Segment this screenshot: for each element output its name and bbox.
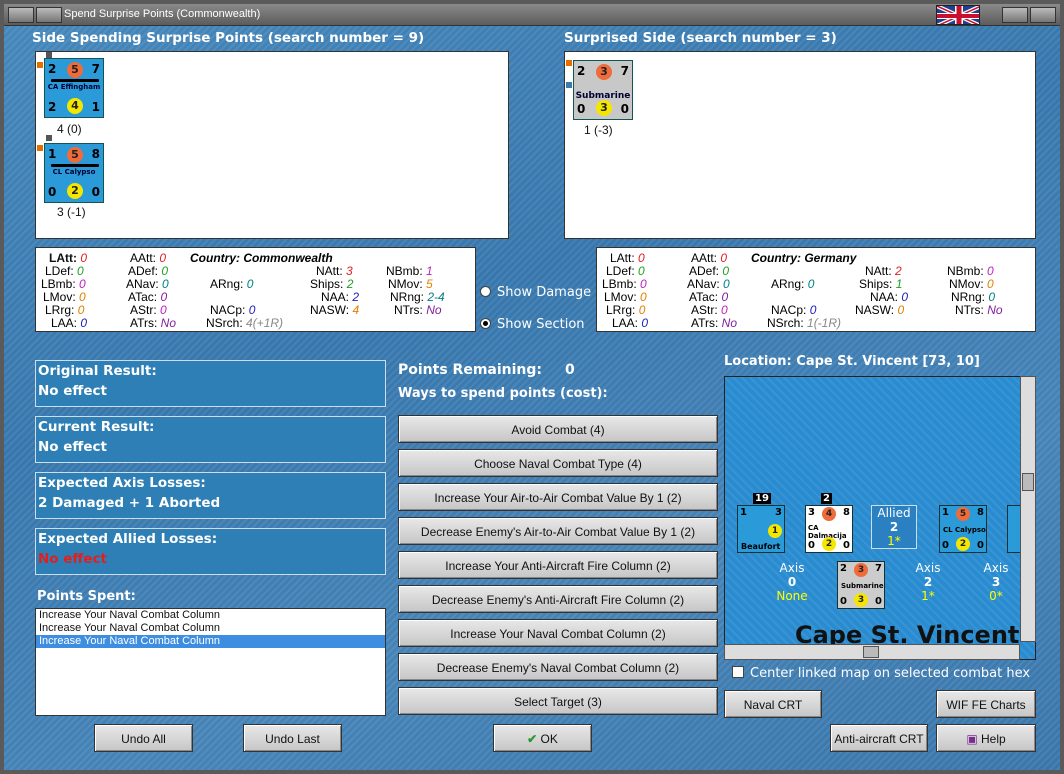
increase-anti-aircraft-button[interactable]: Increase Your Anti-Aircraft Fire Column …	[398, 551, 718, 579]
show-section-radio[interactable]: Show Section	[480, 317, 585, 332]
select-target-button[interactable]: Select Target (3)	[398, 687, 718, 715]
decrease-enemy-naval-combat-button[interactable]: Decrease Enemy's Naval Combat Column (2)	[398, 653, 718, 681]
hex-map[interactable]: 13 1 Beaufort 19 348 CA Dalmacija 020 2 …	[724, 376, 1036, 660]
restore-button[interactable]	[36, 7, 62, 23]
axis-box-2: Axis 2 1*	[915, 561, 941, 603]
map-unit-submarine[interactable]: 237 Submarine 030	[837, 561, 885, 609]
unit-marker-icon	[566, 60, 572, 66]
left-stats-panel: LAtt: 0 LDef: 0 LBmb: 0 LMov: 0 LRrg: 0 …	[35, 247, 476, 332]
undo-last-button[interactable]: Undo Last	[243, 724, 342, 752]
stack-count: 2	[821, 493, 832, 504]
list-item[interactable]: Increase Your Naval Combat Column	[36, 609, 385, 622]
map-unit-dalmacija[interactable]: 348 CA Dalmacija 020	[805, 505, 853, 553]
decrease-enemy-anti-aircraft-button[interactable]: Decrease Enemy's Anti-Aircraft Fire Colu…	[398, 585, 718, 613]
expected-axis-losses-panel: Expected Axis Losses: 2 Damaged + 1 Abort…	[35, 472, 386, 519]
unit-marker-icon	[37, 62, 43, 68]
maximize-button[interactable]	[1002, 7, 1028, 23]
help-button[interactable]: ▣ Help	[936, 724, 1036, 752]
unit-counter-calypso[interactable]: 1 5 8 CL Calypso 0 2 0	[44, 143, 104, 203]
expected-allied-losses-panel: Expected Allied Losses: No effect	[35, 528, 386, 575]
map-unit-beaufort[interactable]: 13 1 Beaufort	[737, 505, 785, 553]
show-damage-radio[interactable]: Show Damage	[480, 285, 591, 300]
increase-naval-combat-button[interactable]: Increase Your Naval Combat Column (2)	[398, 619, 718, 647]
ship-silhouette-icon	[51, 79, 99, 82]
unit-marker-icon	[37, 145, 43, 151]
axis-box-1: Axis 0 None	[776, 561, 808, 603]
left-header: Side Spending Surprise Points (search nu…	[32, 30, 425, 46]
center-map-checkbox[interactable]: Center linked map on selected combat hex	[732, 666, 1030, 681]
axis-box-3: Axis 3 0*	[983, 561, 1009, 603]
help-book-icon: ▣	[966, 732, 978, 746]
ways-to-spend-label: Ways to spend points (cost):	[398, 386, 608, 401]
points-spent-list[interactable]: Increase Your Naval Combat Column Increa…	[35, 608, 386, 716]
increase-air-to-air-button[interactable]: Increase Your Air-to-Air Combat Value By…	[398, 483, 718, 511]
naval-crt-button[interactable]: Naval CRT	[724, 690, 822, 718]
dialog-window: Spend Surprise Points (Commonwealth) Sid…	[0, 0, 1064, 774]
stack-count: 19	[753, 493, 771, 504]
ship-silhouette-icon	[51, 164, 99, 167]
window-title: Spend Surprise Points (Commonwealth)	[64, 8, 261, 20]
right-stats-panel: LAtt: 0 LDef: 0 LBmb: 0 LMov: 0 LRrg: 0 …	[596, 247, 1036, 332]
map-location-label: Location: Cape St. Vincent [73, 10]	[724, 354, 980, 369]
right-units-box: 2 3 7 Submarine 0 3 0 1 (-3)	[564, 51, 1036, 239]
unit-marker-icon	[46, 135, 52, 141]
unit-label: 4 (0)	[57, 122, 82, 136]
allied-box: Allied 2 1*	[871, 505, 917, 549]
original-result-panel: Original Result: No effect	[35, 360, 386, 407]
minimize-button[interactable]	[8, 7, 34, 23]
title-bar: Spend Surprise Points (Commonwealth)	[4, 4, 1060, 26]
anti-aircraft-crt-button[interactable]: Anti-aircraft CRT	[830, 724, 928, 752]
right-header: Surprised Side (search number = 3)	[564, 30, 837, 46]
undo-all-button[interactable]: Undo All	[94, 724, 193, 752]
unit-marker-icon	[566, 82, 572, 88]
map-horizontal-scrollbar[interactable]	[724, 644, 1020, 660]
map-vertical-scrollbar[interactable]	[1020, 376, 1036, 642]
map-unit-calypso[interactable]: 158 CL Calypso 020	[939, 505, 987, 553]
unit-label: 1 (-3)	[584, 123, 613, 137]
unit-counter-submarine[interactable]: 2 3 7 Submarine 0 3 0	[573, 60, 633, 120]
points-remaining-value: 0	[565, 362, 575, 378]
points-spent-title: Points Spent:	[37, 589, 136, 604]
unit-label: 3 (-1)	[57, 205, 86, 219]
choose-naval-combat-type-button[interactable]: Choose Naval Combat Type (4)	[398, 449, 718, 477]
avoid-combat-button[interactable]: Avoid Combat (4)	[398, 415, 718, 443]
list-item[interactable]: Increase Your Naval Combat Column	[36, 622, 385, 635]
union-jack-flag-icon	[936, 5, 980, 25]
points-remaining-label: Points Remaining:	[398, 362, 543, 378]
left-units-box: 2 5 7 CA Effingham 2 4 1 4 (0) 1 5 8 CL …	[35, 51, 509, 239]
current-result-panel: Current Result: No effect	[35, 416, 386, 463]
decrease-enemy-air-to-air-button[interactable]: Decrease Enemy's Air-to-Air Combat Value…	[398, 517, 718, 545]
wif-fe-charts-button[interactable]: WIF FE Charts	[936, 690, 1036, 718]
checkmark-icon: ✔	[527, 732, 538, 746]
close-button[interactable]	[1030, 7, 1056, 23]
list-item[interactable]: Increase Your Naval Combat Column	[36, 635, 385, 648]
ok-button[interactable]: ✔ OK	[493, 724, 592, 752]
unit-counter-effingham[interactable]: 2 5 7 CA Effingham 2 4 1	[44, 58, 104, 118]
